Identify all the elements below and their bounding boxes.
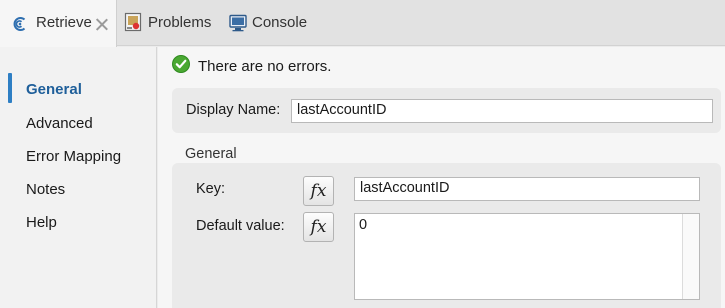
success-check-icon (172, 55, 190, 78)
key-field[interactable]: lastAccountID (354, 177, 700, 201)
default-value-label: Default value: (196, 218, 285, 234)
textarea-scrollbar[interactable] (682, 214, 699, 299)
tab-retrieve-label: Retrieve (36, 14, 92, 31)
left-nav: General Advanced Error Mapping Notes Hel… (0, 47, 157, 308)
retrieve-icon (11, 15, 29, 37)
nav-item-general[interactable]: General (26, 81, 82, 98)
tab-console-label: Console (252, 14, 308, 31)
editor-tab-bar: Retrieve Problems Console (0, 0, 725, 47)
display-name-label: Display Name: (186, 102, 281, 118)
default-value-fx-button[interactable]: fx (303, 212, 334, 242)
status-row: There are no errors. (172, 55, 331, 78)
tab-retrieve[interactable]: Retrieve (0, 0, 117, 47)
fx-icon: fx (310, 181, 327, 201)
general-group-title: General (185, 146, 237, 162)
display-name-field[interactable]: lastAccountID (291, 99, 713, 123)
default-value-text: 0 (359, 217, 368, 233)
display-name-section: Display Name: lastAccountID (172, 88, 721, 133)
nav-item-advanced[interactable]: Advanced (26, 115, 93, 132)
fx-icon: fx (310, 217, 327, 237)
problems-icon (124, 12, 142, 36)
tab-console[interactable]: Console (229, 0, 319, 46)
default-value-field[interactable]: 0 (354, 213, 700, 300)
general-group: Key: fx lastAccountID Default value: fx … (172, 163, 721, 308)
nav-item-error-mapping[interactable]: Error Mapping (26, 148, 121, 165)
close-icon[interactable] (95, 18, 108, 31)
console-icon (229, 14, 247, 36)
nav-item-help[interactable]: Help (26, 214, 57, 231)
status-message: There are no errors. (198, 58, 332, 75)
nav-active-indicator (8, 73, 12, 103)
key-label: Key: (196, 181, 226, 197)
nav-item-notes[interactable]: Notes (26, 181, 65, 198)
properties-panel: There are no errors. Display Name: lastA… (158, 47, 725, 308)
tab-problems-label: Problems (148, 14, 212, 31)
key-fx-button[interactable]: fx (303, 176, 334, 206)
tab-problems[interactable]: Problems (124, 0, 219, 46)
